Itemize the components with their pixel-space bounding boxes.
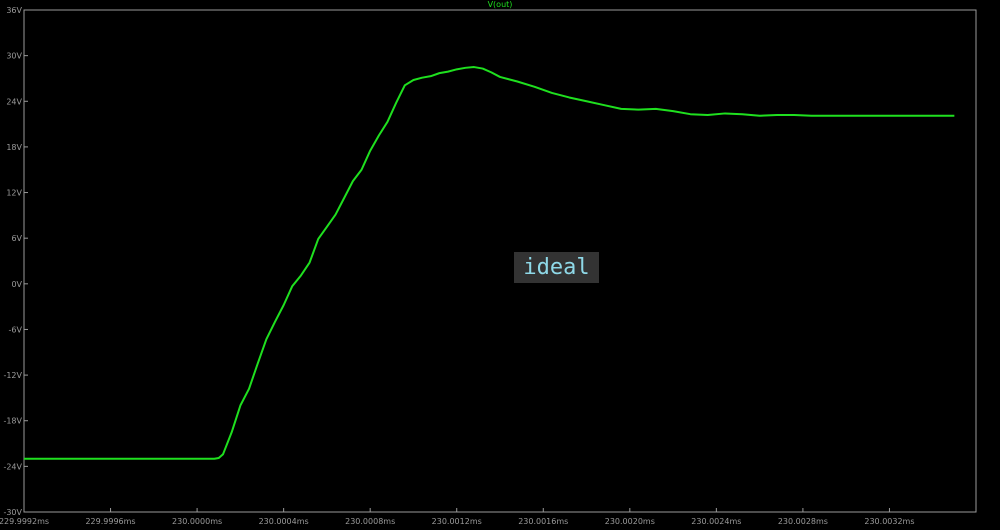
y-tick-label: -6V [9,325,23,334]
x-tick-label: 230.0004ms [259,517,309,526]
y-tick-label: 24V [6,97,22,106]
x-tick-label: 230.0024ms [691,517,741,526]
x-tick-label: 230.0028ms [778,517,828,526]
x-axis: 229.9992ms 229.9996ms 230.0000ms 230.0004ms… [0,508,915,526]
x-tick-label: 229.9996ms [85,517,135,526]
series-line [24,66,955,460]
series-label: V(out) [488,0,513,9]
annotation-label: ideal [514,252,599,283]
y-tick-label: 12V [6,189,22,198]
x-tick-label: 230.0032ms [864,517,914,526]
x-tick-label: 230.0012ms [432,517,482,526]
y-tick-label: 0V [11,280,22,289]
x-tick-label: 230.0008ms [345,517,395,526]
y-tick-label: 30V [6,52,22,61]
plot-frame [23,9,977,513]
y-tick-label: -24V [3,462,22,471]
y-tick-label: 6V [11,234,22,243]
y-tick-label: 36V [6,6,22,15]
series-group [24,66,955,460]
x-tick-label: 230.0000ms [172,517,222,526]
x-tick-label: 229.9992ms [0,517,49,526]
x-tick-label: 230.0016ms [518,517,568,526]
y-tick-label: 18V [6,143,22,152]
waveform-plot: V(out) 36V 30V 24V 18V 12V 6V 0V -6V -12V -18V -24… [0,0,977,526]
x-tick-label: 230.0020ms [605,517,655,526]
y-tick-label: -18V [3,417,22,426]
y-tick-label: -12V [3,371,22,380]
y-tick-label: -30V [3,508,22,517]
